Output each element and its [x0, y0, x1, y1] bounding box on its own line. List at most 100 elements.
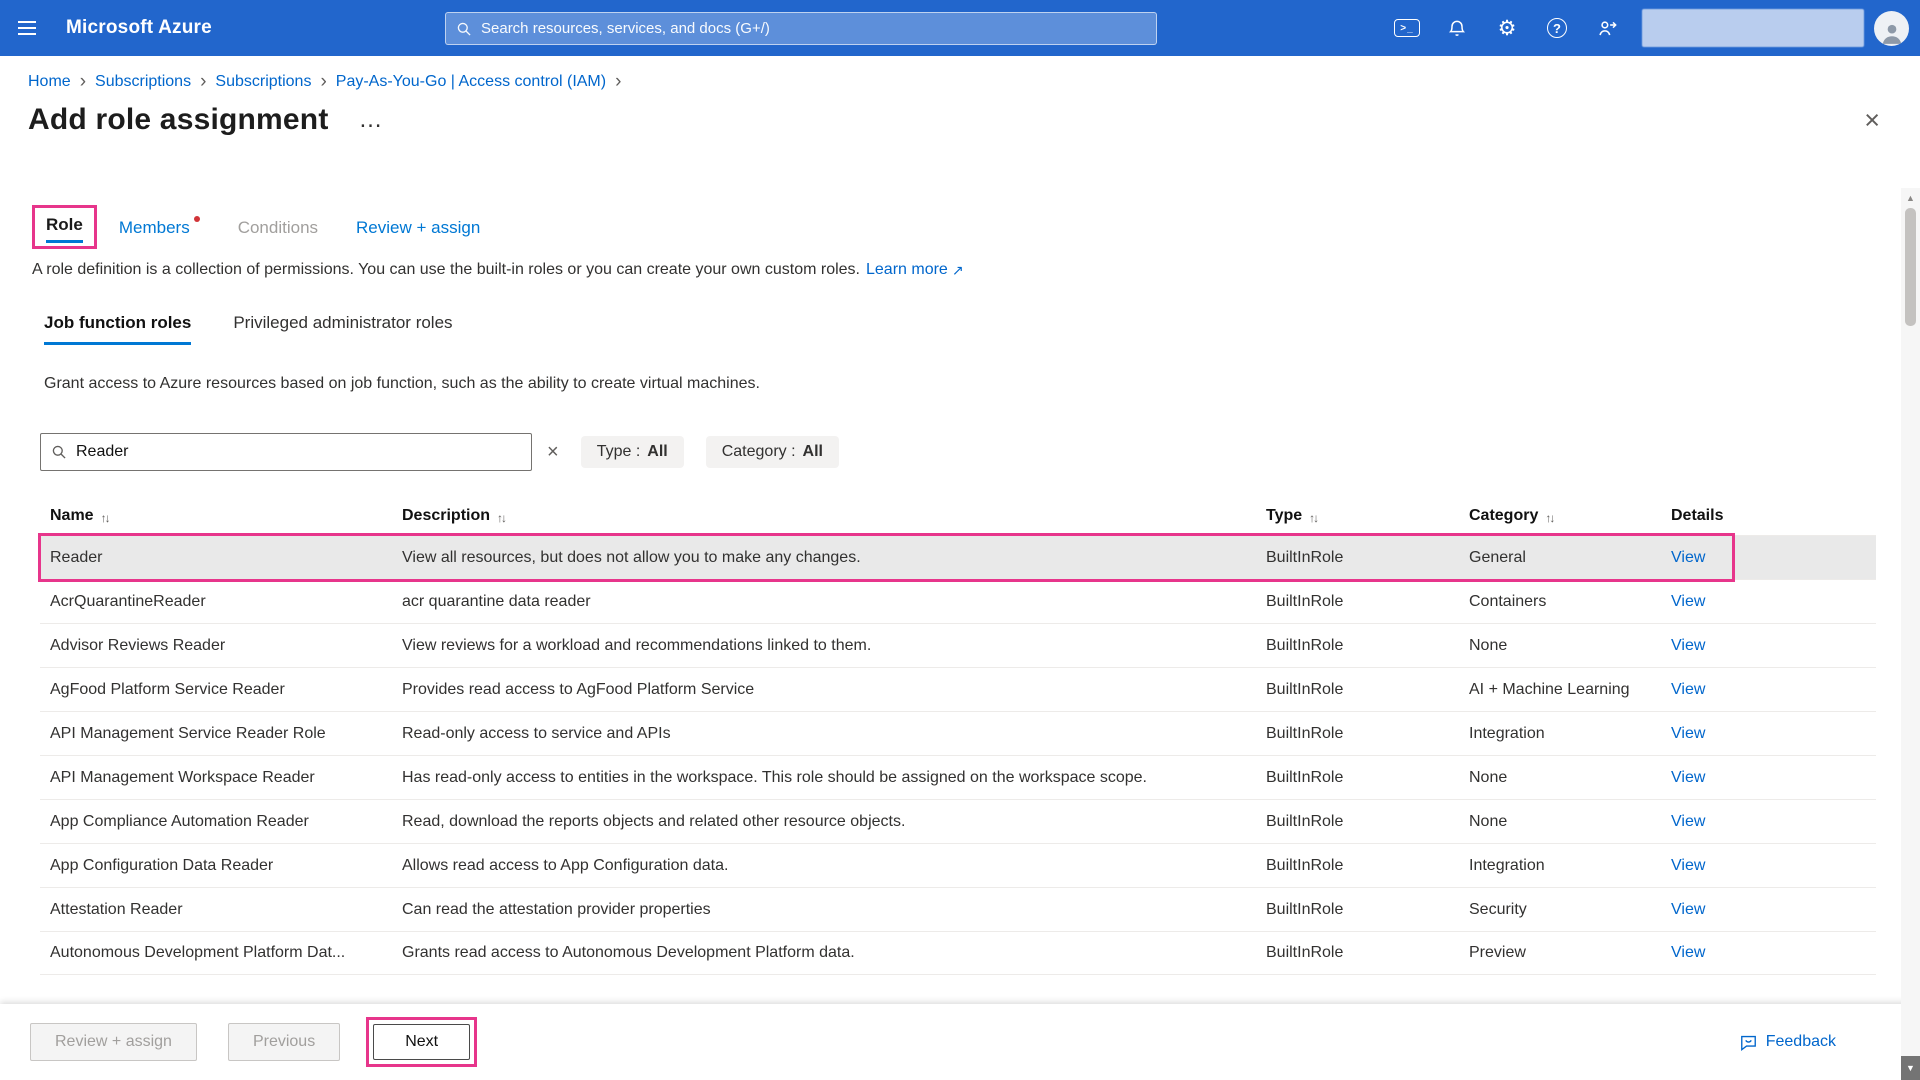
scrollbar-up-arrow[interactable]: ▲ — [1901, 188, 1920, 208]
feedback-link[interactable]: Feedback — [1739, 1033, 1836, 1052]
chevron-right-icon: › — [200, 72, 206, 91]
role-description: acr quarantine data reader — [392, 593, 1256, 611]
view-details-link[interactable]: View — [1671, 857, 1705, 874]
global-search-input[interactable] — [481, 20, 1146, 37]
settings-icon[interactable]: ⚙ — [1482, 0, 1532, 56]
role-type: BuiltInRole — [1256, 593, 1459, 611]
role-description: Read-only access to service and APIs — [392, 725, 1256, 743]
wizard-tabs: Role Members Conditions Review + assign — [32, 205, 1892, 249]
view-details-link[interactable]: View — [1671, 901, 1705, 918]
table-row-reader[interactable]: Reader View all resources, but does not … — [40, 535, 1876, 579]
job-function-subtitle: Grant access to Azure resources based on… — [44, 375, 1892, 393]
close-icon[interactable]: × — [1864, 107, 1880, 134]
chevron-right-icon: › — [80, 72, 86, 91]
type-filter[interactable]: Type : All — [581, 436, 684, 468]
column-header-type[interactable]: Type ↑↓ — [1256, 507, 1459, 525]
table-row[interactable]: Autonomous Development Platform Dat... G… — [40, 931, 1876, 975]
view-details-link[interactable]: View — [1671, 637, 1705, 654]
role-description: Can read the attestation provider proper… — [392, 901, 1256, 919]
next-button[interactable]: Next — [373, 1024, 470, 1060]
role-description: Provides read access to AgFood Platform … — [392, 681, 1256, 699]
tab-review-assign[interactable]: Review + assign — [356, 218, 480, 249]
breadcrumb-subscription-iam[interactable]: Pay-As-You-Go | Access control (IAM) — [336, 73, 606, 91]
page-scrollbar[interactable]: ▲ ▼ — [1901, 188, 1920, 1080]
pivot-job-function-roles[interactable]: Job function roles — [44, 313, 191, 345]
breadcrumb-home[interactable]: Home — [28, 73, 71, 91]
previous-button[interactable]: Previous — [228, 1023, 340, 1061]
more-options-icon[interactable]: … — [359, 115, 383, 125]
column-header-name[interactable]: Name ↑↓ — [40, 507, 392, 525]
table-row[interactable]: App Compliance Automation Reader Read, d… — [40, 799, 1876, 843]
role-type: BuiltInRole — [1256, 549, 1459, 567]
breadcrumb-subscriptions-1[interactable]: Subscriptions — [95, 73, 191, 91]
page-title: Add role assignment — [28, 103, 329, 137]
review-assign-button[interactable]: Review + assign — [30, 1023, 197, 1061]
tab-role[interactable]: Role — [46, 215, 83, 243]
global-search-box[interactable] — [445, 12, 1157, 45]
role-name: Autonomous Development Platform Dat... — [40, 944, 392, 962]
view-details-link[interactable]: View — [1671, 944, 1705, 961]
cloud-shell-icon[interactable]: >_ — [1382, 0, 1432, 56]
external-link-icon: ↗ — [952, 262, 964, 279]
table-row[interactable]: API Management Service Reader Role Read-… — [40, 711, 1876, 755]
view-details-link[interactable]: View — [1671, 725, 1705, 742]
sort-icon: ↑↓ — [1309, 508, 1317, 525]
table-row[interactable]: Attestation Reader Can read the attestat… — [40, 887, 1876, 931]
breadcrumb: Home › Subscriptions › Subscriptions › P… — [28, 72, 1892, 91]
role-type: BuiltInRole — [1256, 901, 1459, 919]
person-icon — [1879, 20, 1905, 46]
roles-table: Name ↑↓ Description ↑↓ Type ↑↓ Category … — [40, 497, 1876, 975]
scrollbar-thumb[interactable] — [1905, 208, 1916, 326]
scrollbar-down-arrow[interactable]: ▼ — [1901, 1056, 1920, 1080]
learn-more-link[interactable]: Learn more ↗ — [866, 261, 964, 279]
column-header-category[interactable]: Category ↑↓ — [1459, 507, 1661, 525]
app-title[interactable]: Microsoft Azure — [66, 17, 212, 39]
role-name: AcrQuarantineReader — [40, 593, 392, 611]
view-details-link[interactable]: View — [1671, 769, 1705, 786]
chevron-right-icon: › — [615, 72, 621, 91]
role-type: BuiltInRole — [1256, 681, 1459, 699]
view-details-link[interactable]: View — [1671, 593, 1705, 610]
sort-icon: ↑↓ — [497, 508, 505, 525]
role-type: BuiltInRole — [1256, 813, 1459, 831]
role-name: Advisor Reviews Reader — [40, 637, 392, 655]
table-row[interactable]: API Management Workspace Reader Has read… — [40, 755, 1876, 799]
role-name: Reader — [40, 549, 392, 567]
tab-conditions: Conditions — [238, 218, 318, 249]
annotation-role-tab: Role — [32, 205, 97, 249]
menu-icon[interactable] — [0, 0, 54, 56]
annotation-next-button: Next — [366, 1017, 477, 1067]
sort-icon: ↑↓ — [1545, 508, 1553, 525]
column-header-details: Details — [1661, 507, 1876, 525]
role-name: Attestation Reader — [40, 901, 392, 919]
top-bar-actions: >_ ⚙ ? — [1382, 0, 1920, 56]
table-row[interactable]: AgFood Platform Service Reader Provides … — [40, 667, 1876, 711]
table-row[interactable]: Advisor Reviews Reader View reviews for … — [40, 623, 1876, 667]
help-icon[interactable]: ? — [1532, 0, 1582, 56]
table-row[interactable]: App Configuration Data Reader Allows rea… — [40, 843, 1876, 887]
role-name: App Compliance Automation Reader — [40, 813, 392, 831]
avatar[interactable] — [1874, 11, 1909, 46]
column-header-description[interactable]: Description ↑↓ — [392, 507, 1256, 525]
view-details-link[interactable]: View — [1671, 549, 1705, 566]
breadcrumb-subscriptions-2[interactable]: Subscriptions — [215, 73, 311, 91]
category-filter[interactable]: Category : All — [706, 436, 839, 468]
sort-icon: ↑↓ — [101, 508, 109, 525]
role-search-box[interactable] — [40, 433, 532, 471]
table-row[interactable]: AcrQuarantineReader acr quarantine data … — [40, 579, 1876, 623]
role-type: BuiltInRole — [1256, 725, 1459, 743]
notifications-icon[interactable] — [1432, 0, 1482, 56]
feedback-person-icon[interactable] — [1582, 0, 1632, 56]
role-search-input[interactable] — [76, 443, 521, 461]
role-category-pivot: Job function roles Privileged administra… — [44, 313, 1892, 345]
view-details-link[interactable]: View — [1671, 813, 1705, 830]
clear-search-icon[interactable]: × — [547, 441, 559, 464]
role-name: AgFood Platform Service Reader — [40, 681, 392, 699]
pivot-privileged-admin-roles[interactable]: Privileged administrator roles — [233, 313, 452, 345]
role-category: None — [1459, 813, 1661, 831]
role-description: View all resources, but does not allow y… — [392, 549, 1256, 567]
role-name: API Management Service Reader Role — [40, 725, 392, 743]
search-icon — [456, 21, 472, 37]
view-details-link[interactable]: View — [1671, 681, 1705, 698]
tab-members[interactable]: Members — [119, 216, 200, 249]
